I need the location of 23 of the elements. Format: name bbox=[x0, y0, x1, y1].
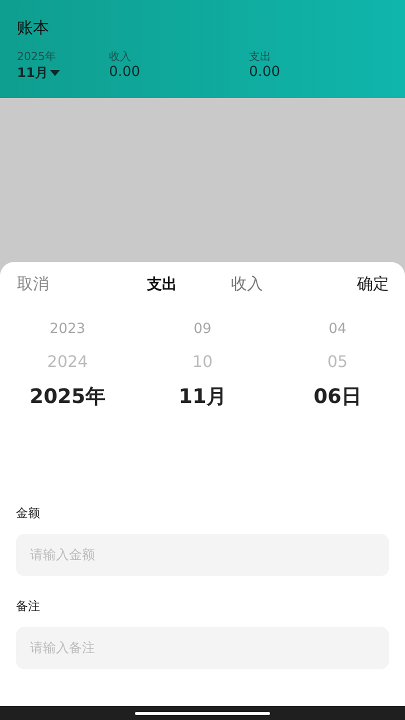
type-tab[interactable]: 收入 bbox=[231, 274, 263, 295]
field-label: 金额 bbox=[16, 505, 41, 522]
field-label: 备注 bbox=[16, 598, 41, 615]
picker-option[interactable]: 09 bbox=[194, 319, 212, 339]
picker-option[interactable]: 2023 bbox=[50, 319, 86, 339]
picker-option[interactable]: 2025年 bbox=[30, 377, 106, 415]
home-indicator[interactable] bbox=[135, 712, 270, 714]
input-field[interactable]: 请输入备注 bbox=[16, 627, 389, 669]
cancel-button[interactable]: 取消 bbox=[17, 274, 49, 295]
type-tab[interactable]: 支出 bbox=[147, 274, 177, 295]
picker-option[interactable]: 11月 bbox=[178, 377, 226, 415]
summary-value: 0.00 bbox=[249, 64, 280, 80]
confirm-button[interactable]: 确定 bbox=[357, 274, 389, 295]
picker-option[interactable]: 04 bbox=[328, 319, 346, 339]
caret-icon bbox=[50, 70, 60, 76]
summary-label: 支出 bbox=[249, 49, 271, 64]
month-dropdown[interactable]: 11月 bbox=[17, 64, 60, 82]
year-label: 2025年 bbox=[17, 49, 56, 64]
page-title: 账本 bbox=[17, 18, 50, 39]
summary-value: 0.00 bbox=[109, 64, 140, 80]
picker-option[interactable]: 06日 bbox=[314, 377, 362, 415]
summary-label: 收入 bbox=[109, 49, 131, 64]
input-field[interactable]: 请输入金额 bbox=[16, 534, 389, 576]
